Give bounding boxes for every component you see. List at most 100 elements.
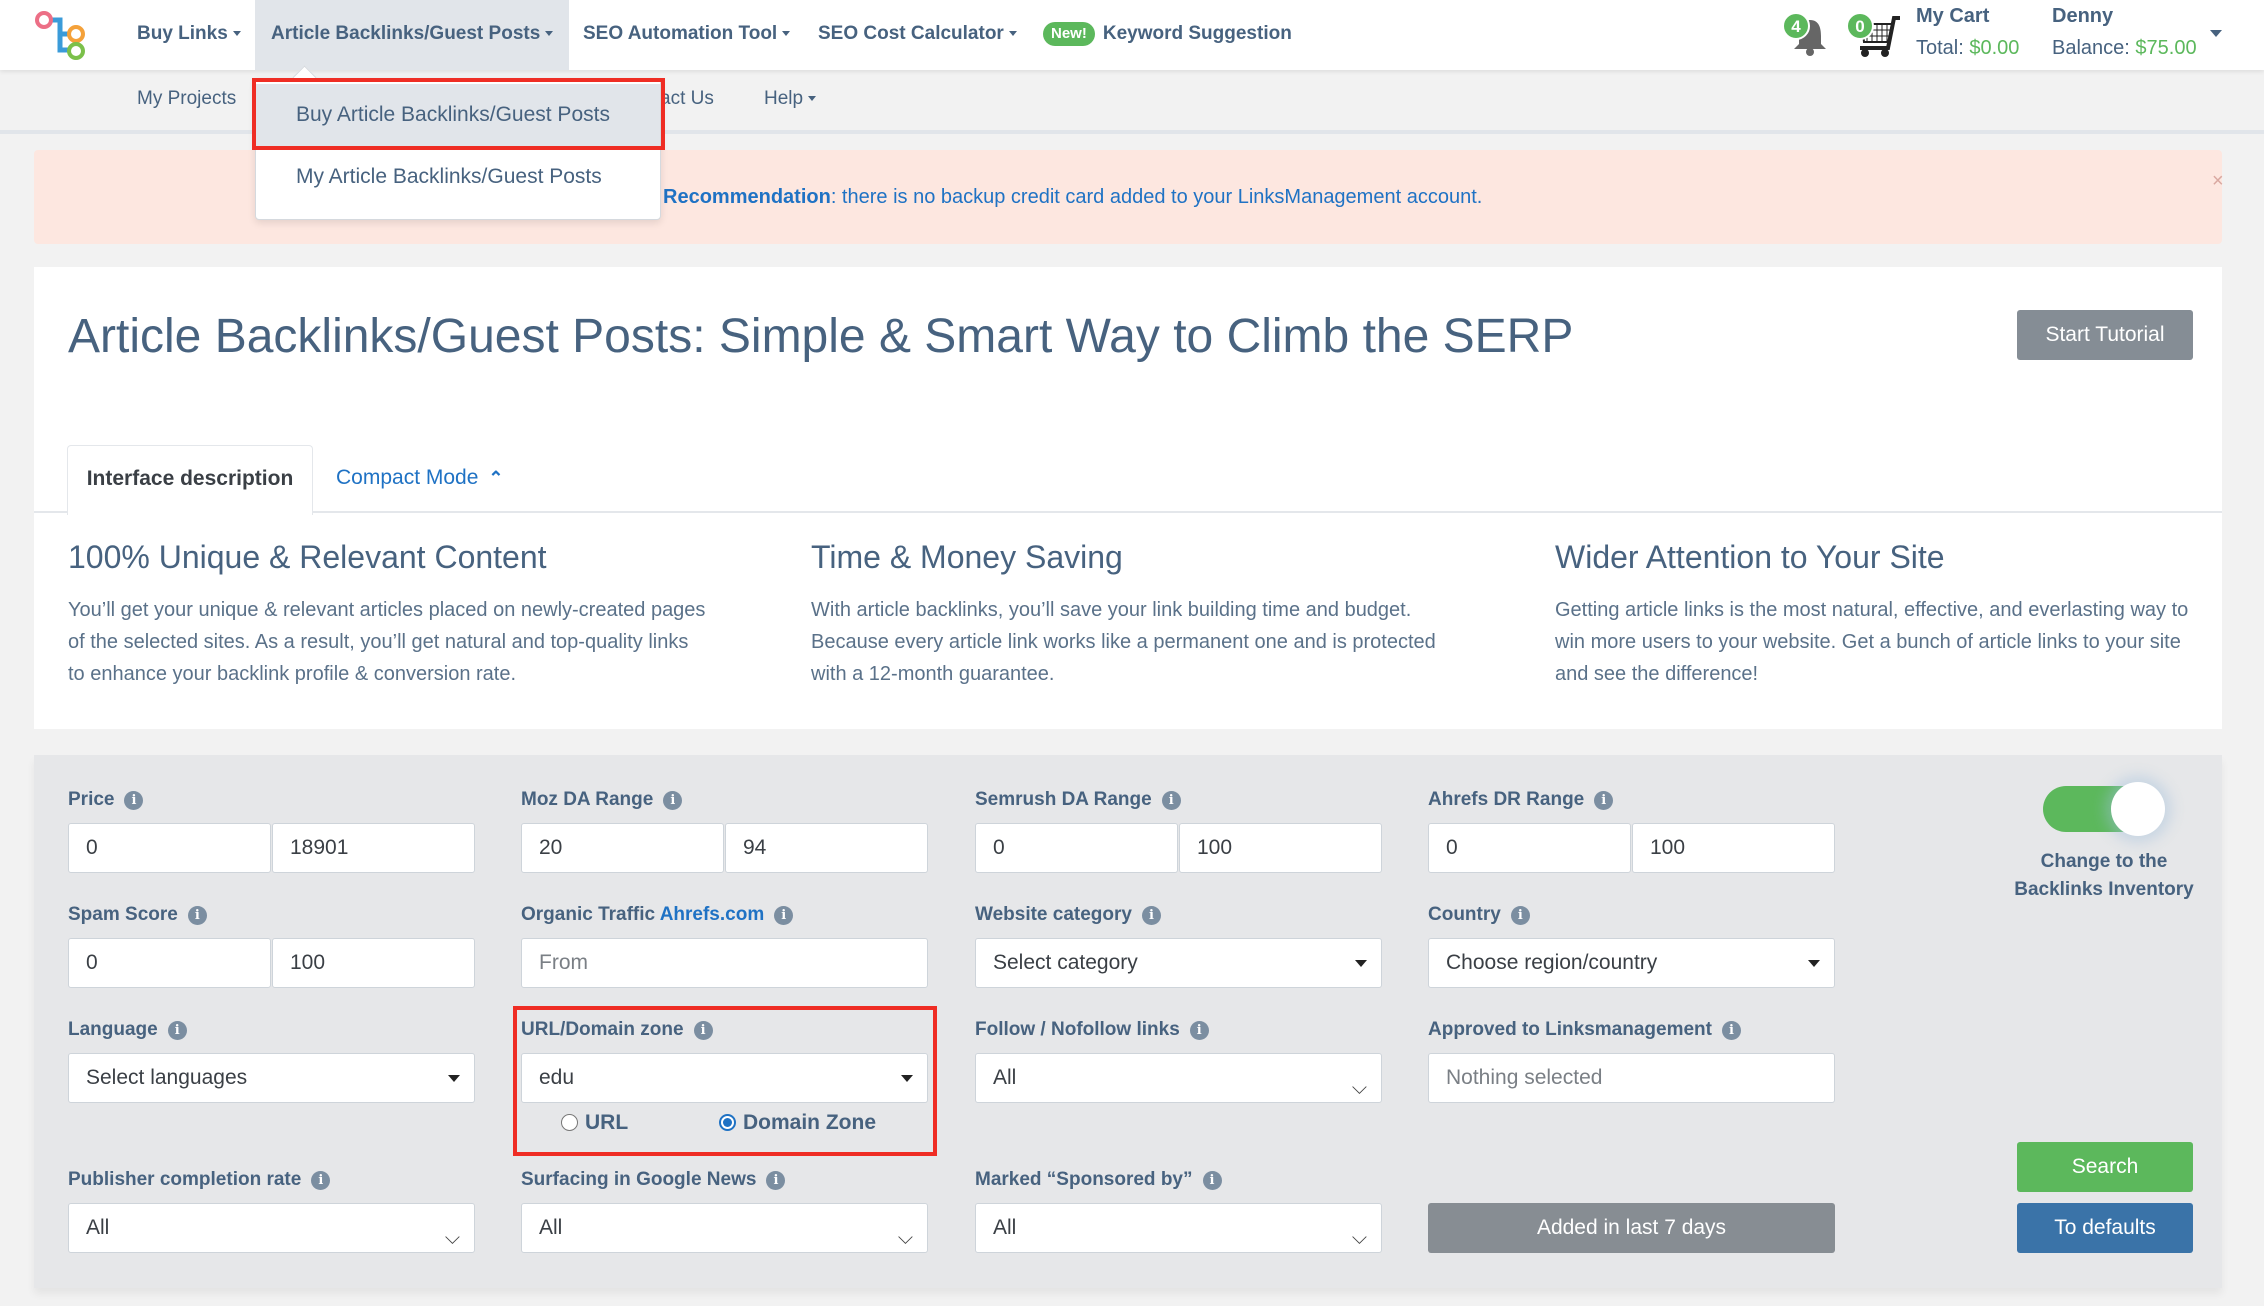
backlinks-inventory-toggle[interactable] (2043, 782, 2165, 836)
chevron-down-icon: ⌵ (897, 1227, 913, 1249)
price-from-input[interactable]: 0 (68, 823, 271, 873)
spam-score-label: Spam Score i (68, 904, 207, 926)
subnav-contact-us[interactable]: act Us (660, 88, 714, 110)
language-select[interactable]: Select languages (68, 1053, 475, 1103)
top-navbar: Buy Links Article Backlinks/Guest Posts … (0, 0, 2264, 70)
added-last-7-days-button[interactable]: Added in last 7 days (1428, 1203, 1835, 1253)
caret-down-icon (448, 1075, 460, 1082)
info-icon[interactable]: i (1202, 1171, 1222, 1190)
follow-nofollow-select[interactable]: All ⌵ (975, 1053, 1382, 1103)
radio-button-selected[interactable] (719, 1114, 736, 1131)
article-backlinks-dropdown-menu: Buy Article Backlinks/Guest Posts My Art… (255, 78, 661, 220)
new-badge: New! (1043, 21, 1095, 46)
follow-nofollow-label: Follow / Nofollow links i (975, 1019, 1209, 1041)
moz-da-from-input[interactable]: 20 (521, 823, 724, 873)
moz-da-label: Moz DA Range i (521, 789, 683, 811)
tab-interface-description[interactable]: Interface description (67, 445, 313, 515)
tabs: Interface description Compact Mode ⌃ (34, 445, 2222, 515)
cart-button[interactable]: 0 (1846, 12, 1902, 58)
info-icon[interactable]: i (663, 791, 683, 810)
to-defaults-button[interactable]: To defaults (2017, 1203, 2193, 1253)
info-icon[interactable]: i (1161, 791, 1181, 810)
close-icon[interactable]: × (2212, 170, 2224, 193)
main-card: Article Backlinks/Guest Posts: Simple & … (34, 267, 2222, 729)
info-icon[interactable]: i (311, 1171, 331, 1190)
chevron-down-icon: ⌵ (1351, 1077, 1367, 1099)
spam-score-from-input[interactable]: 0 (68, 938, 271, 988)
sponsored-select[interactable]: All ⌵ (975, 1203, 1382, 1253)
info-icon[interactable]: i (167, 1021, 187, 1040)
subnav-my-projects[interactable]: My Projects (137, 88, 236, 110)
nav-article-backlinks[interactable]: Article Backlinks/Guest Posts (255, 0, 570, 70)
nav-seo-cost-calculator[interactable]: SEO Cost Calculator (818, 0, 1017, 70)
organic-traffic-input[interactable]: From (521, 938, 928, 988)
spam-score-to-input[interactable]: 100 (272, 938, 475, 988)
semrush-da-to-input[interactable]: 100 (1179, 823, 1382, 873)
country-select[interactable]: Choose region/country (1428, 938, 1835, 988)
info-icon[interactable]: i (1510, 906, 1530, 925)
url-domain-zone-label: URL/Domain zone i (521, 1019, 713, 1041)
moz-da-to-input[interactable]: 94 (725, 823, 928, 873)
caret-down-icon (901, 1075, 913, 1082)
caret-down-icon (1808, 960, 1820, 967)
domain-zone-select[interactable]: edu (521, 1053, 928, 1103)
approved-select[interactable]: Nothing selected (1428, 1053, 1835, 1103)
language-label: Language i (68, 1019, 187, 1041)
price-label: Price i (68, 789, 144, 811)
radio-url[interactable]: URL (561, 1111, 628, 1135)
semrush-da-from-input[interactable]: 0 (975, 823, 1178, 873)
info-icon[interactable]: i (693, 1021, 713, 1040)
page-title: Article Backlinks/Guest Posts: Simple & … (68, 310, 1574, 363)
info-icon[interactable]: i (774, 906, 794, 925)
search-button[interactable]: Search (2017, 1142, 2193, 1192)
chevron-down-icon: ⌵ (444, 1227, 460, 1249)
info-icon[interactable]: i (1141, 906, 1161, 925)
feature-time-money: Time & Money Saving With article backlin… (811, 539, 1436, 685)
tab-compact-mode[interactable]: Compact Mode ⌃ (336, 445, 504, 513)
info-icon[interactable]: i (766, 1171, 786, 1190)
subnav-help[interactable]: Help (764, 88, 817, 110)
publisher-completion-select[interactable]: All ⌵ (68, 1203, 475, 1253)
nav-buy-links[interactable]: Buy Links (137, 0, 241, 70)
info-icon[interactable]: i (187, 906, 207, 925)
my-cart-link[interactable]: My Cart (1916, 5, 1989, 28)
website-category-select[interactable]: Select category (975, 938, 1382, 988)
google-news-select[interactable]: All ⌵ (521, 1203, 928, 1253)
cart-total-value: $0.00 (1969, 37, 2020, 59)
toggle-label: Change to the Backlinks Inventory (2014, 851, 2194, 900)
double-chevron-up-icon: ⌃ (488, 468, 504, 488)
user-menu-caret-icon[interactable] (2210, 30, 2222, 37)
ahrefs-dr-from-input[interactable]: 0 (1428, 823, 1631, 873)
caret-down-icon (782, 31, 791, 37)
publisher-completion-label: Publisher completion rate i (68, 1169, 331, 1191)
caret-down-icon (232, 31, 241, 37)
ahrefs-dr-label: Ahrefs DR Range i (1428, 789, 1614, 811)
cart-count-badge: 0 (1846, 12, 1874, 40)
filters-panel: Price i 0 18901 Moz DA Range i 20 94 Semru… (34, 755, 2222, 1288)
price-to-input[interactable]: 18901 (272, 823, 475, 873)
linksmanagement-logo-icon[interactable] (34, 8, 90, 62)
feature-unique-content: 100% Unique & Relevant Content You’ll ge… (68, 539, 706, 685)
menu-item-buy-article-backlinks[interactable]: Buy Article Backlinks/Guest Posts (256, 84, 660, 146)
cart-total: Total: $0.00 (1916, 37, 2020, 59)
radio-domain-zone[interactable]: Domain Zone (719, 1111, 876, 1135)
info-icon[interactable]: i (124, 791, 144, 810)
menu-item-my-article-backlinks[interactable]: My Article Backlinks/Guest Posts (256, 146, 660, 208)
nav-keyword-suggestion[interactable]: New! Keyword Suggestion (1043, 0, 1292, 70)
organic-traffic-label: Organic Traffic Ahrefs.com i (521, 904, 794, 926)
user-menu[interactable]: Denny (2052, 5, 2113, 28)
caret-down-icon (1008, 31, 1017, 37)
caret-down-icon (808, 96, 817, 102)
info-icon[interactable]: i (1722, 1021, 1741, 1040)
toggle-knob (2111, 782, 2165, 836)
ahrefs-dr-to-input[interactable]: 100 (1632, 823, 1835, 873)
info-icon[interactable]: i (1594, 791, 1614, 810)
approved-label: Approved to Linksmanagement i (1428, 1019, 1741, 1041)
google-news-label: Surfacing in Google News i (521, 1169, 786, 1191)
info-icon[interactable]: i (1189, 1021, 1209, 1040)
start-tutorial-button[interactable]: Start Tutorial (2017, 310, 2193, 360)
radio-button[interactable] (561, 1114, 578, 1131)
nav-seo-automation-tool[interactable]: SEO Automation Tool (583, 0, 791, 70)
ahrefs-link[interactable]: Ahrefs.com (660, 904, 765, 925)
notifications-button[interactable]: 4 (1782, 12, 1830, 58)
